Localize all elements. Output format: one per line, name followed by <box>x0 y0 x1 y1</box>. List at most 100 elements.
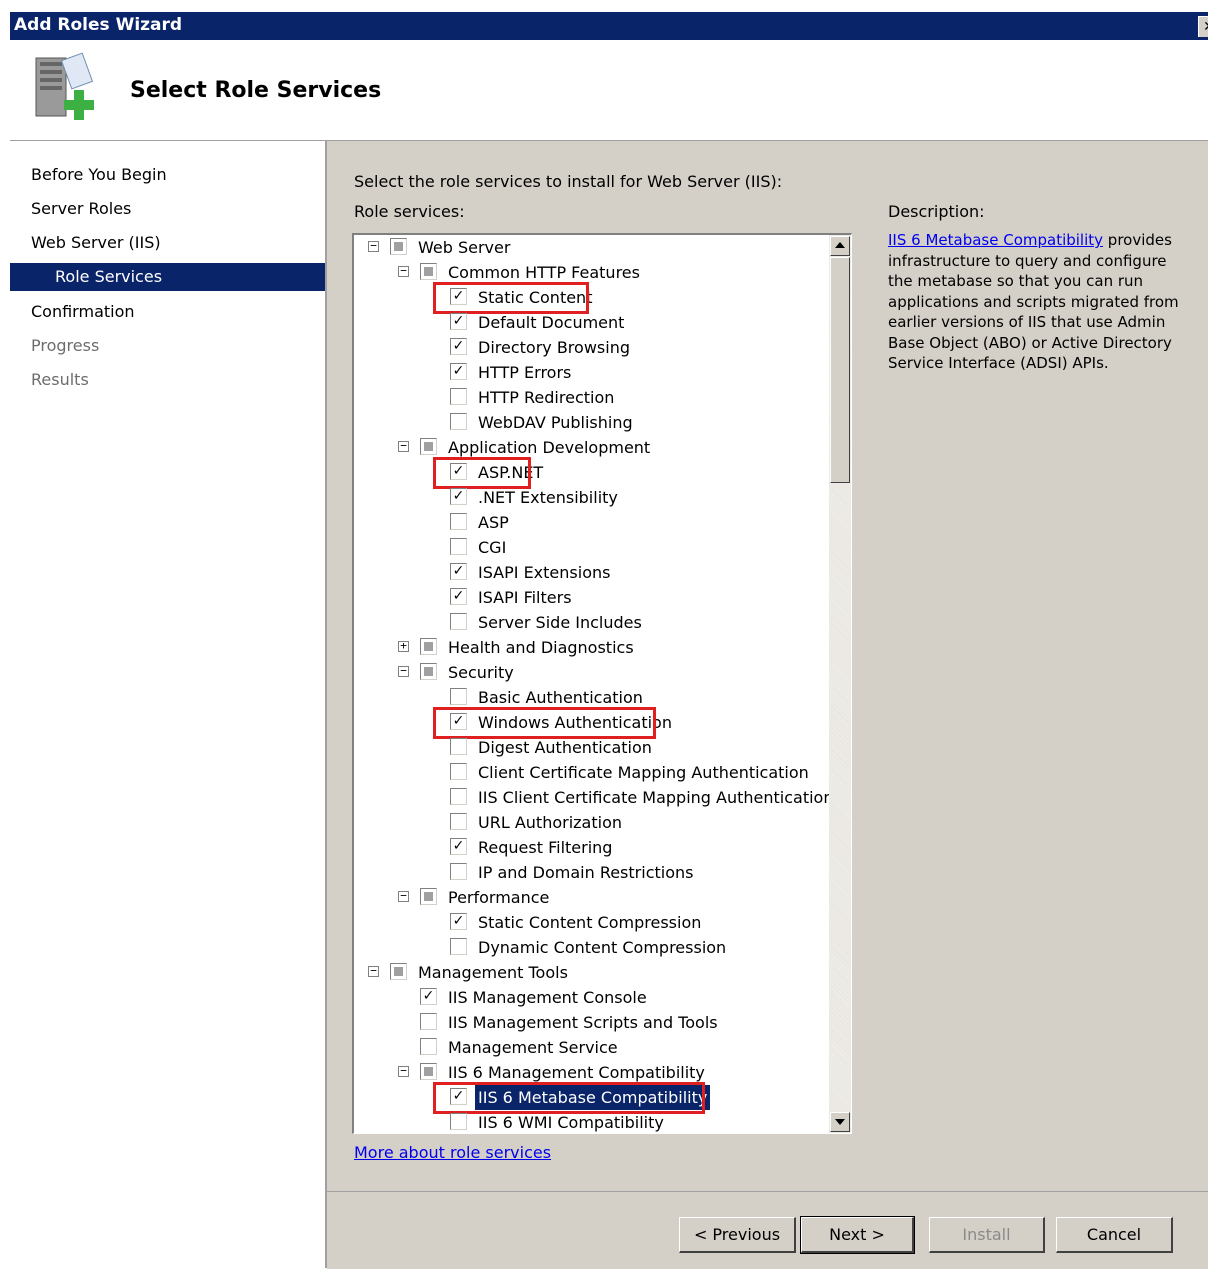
tree-item[interactable]: ✓ Directory Browsing <box>354 335 830 360</box>
tree-item-label: ISAPI Filters <box>478 588 572 607</box>
tree-item[interactable]: IIS Management Scripts and Tools <box>354 1010 830 1035</box>
tree-item[interactable]: IIS 6 WMI Compatibility <box>354 1110 830 1133</box>
nav-item-server-roles[interactable]: Server Roles <box>10 195 325 223</box>
install-button[interactable]: Install <box>929 1217 1045 1253</box>
collapse-icon[interactable]: − <box>398 440 409 452</box>
checkbox[interactable] <box>420 1038 437 1055</box>
checkbox[interactable] <box>450 688 467 705</box>
checkbox[interactable] <box>450 613 467 630</box>
checkbox[interactable]: ✓ <box>420 988 437 1005</box>
nav-item-results: Results <box>31 370 89 389</box>
tree-item[interactable]: IP and Domain Restrictions <box>354 860 830 885</box>
checkbox[interactable] <box>450 938 467 955</box>
collapse-icon[interactable]: − <box>368 965 379 977</box>
next-button[interactable]: Next > <box>800 1216 915 1254</box>
collapse-icon[interactable]: − <box>368 240 379 252</box>
description-link[interactable]: IIS 6 Metabase Compatibility <box>888 231 1103 249</box>
more-about-role-services-link[interactable]: More about role services <box>354 1143 551 1162</box>
description-text: IIS 6 Metabase Compatibility provides in… <box>888 230 1188 374</box>
tree-item[interactable]: Digest Authentication <box>354 735 830 760</box>
checkbox[interactable] <box>420 663 437 680</box>
nav-item-confirmation[interactable]: Confirmation <box>10 298 325 326</box>
tree-item[interactable]: ✓ Default Document <box>354 310 830 335</box>
checkbox[interactable] <box>450 813 467 830</box>
checkbox[interactable]: ✓ <box>450 588 467 605</box>
checkbox[interactable] <box>450 788 467 805</box>
arrow-down-icon <box>835 1119 845 1125</box>
previous-button[interactable]: < Previous <box>679 1217 796 1253</box>
role-services-label: Role services: <box>354 202 465 221</box>
tree-item[interactable]: Management Service <box>354 1035 830 1060</box>
checkbox[interactable] <box>450 388 467 405</box>
tree-item-label: Default Document <box>478 313 625 332</box>
tree-item-label: Directory Browsing <box>478 338 630 357</box>
tree-item[interactable]: ✓ IIS Management Console <box>354 985 830 1010</box>
tree-item[interactable]: Server Side Includes <box>354 610 830 635</box>
collapse-icon[interactable]: − <box>398 1065 409 1077</box>
tree-scrollbar[interactable] <box>829 235 851 1133</box>
nav-item-before-you-begin[interactable]: Before You Begin <box>10 161 325 189</box>
nav-item-web-server-iis[interactable]: Web Server (IIS) <box>10 229 325 257</box>
checkbox[interactable]: ✓ <box>450 338 467 355</box>
nav-item-role-services[interactable]: Role Services <box>10 263 325 291</box>
scroll-up-button[interactable] <box>830 236 850 256</box>
tree-item[interactable]: ✓ HTTP Errors <box>354 360 830 385</box>
checkbox[interactable] <box>450 413 467 430</box>
close-button[interactable]: ✕ <box>1198 16 1208 37</box>
checkbox[interactable]: ✓ <box>450 313 467 330</box>
checkbox[interactable] <box>420 438 437 455</box>
tree-item[interactable]: Dynamic Content Compression <box>354 935 830 960</box>
tree-item[interactable]: − Management Tools <box>354 960 830 985</box>
tree-item[interactable]: ✓ .NET Extensibility <box>354 485 830 510</box>
tree-item[interactable]: − Performance <box>354 885 830 910</box>
checkbox[interactable] <box>450 1113 467 1130</box>
tree-item[interactable]: − Security <box>354 660 830 685</box>
tree-item[interactable]: ✓ ISAPI Extensions <box>354 560 830 585</box>
collapse-icon[interactable]: − <box>398 665 409 677</box>
tree-item[interactable]: Client Certificate Mapping Authenticatio… <box>354 760 830 785</box>
scroll-down-button[interactable] <box>830 1112 850 1132</box>
checkbox[interactable] <box>420 263 437 280</box>
checkbox[interactable]: ✓ <box>450 913 467 930</box>
checkbox[interactable]: ✓ <box>450 488 467 505</box>
checkbox[interactable]: ✓ <box>450 363 467 380</box>
checkbox[interactable]: ✓ <box>450 838 467 855</box>
collapse-icon[interactable]: − <box>398 265 409 277</box>
checkbox[interactable] <box>420 1013 437 1030</box>
tree-item[interactable]: URL Authorization <box>354 810 830 835</box>
main-panel: Select the role services to install for … <box>327 141 1208 1191</box>
checkbox[interactable]: ✓ <box>450 563 467 580</box>
checkbox[interactable] <box>450 538 467 555</box>
tree-item-label: CGI <box>478 538 507 557</box>
tree-item[interactable]: + Health and Diagnostics <box>354 635 830 660</box>
tree-item[interactable]: ASP <box>354 510 830 535</box>
checkbox[interactable] <box>450 513 467 530</box>
tree-item[interactable]: ✓ Request Filtering <box>354 835 830 860</box>
tree-item[interactable]: ✓ Static Content <box>354 285 830 310</box>
role-services-tree[interactable]: − Web Server − Common HTTP Features ✓ Static … <box>352 233 852 1134</box>
checkbox[interactable] <box>450 763 467 780</box>
tree-item[interactable]: WebDAV Publishing <box>354 410 830 435</box>
checkbox[interactable] <box>420 888 437 905</box>
tree-item[interactable]: HTTP Redirection <box>354 385 830 410</box>
tree-item[interactable]: − Common HTTP Features <box>354 260 830 285</box>
tree-item[interactable]: ✓ Static Content Compression <box>354 910 830 935</box>
tree-item[interactable]: ✓ ISAPI Filters <box>354 585 830 610</box>
tree-item[interactable]: CGI <box>354 535 830 560</box>
checkbox[interactable] <box>450 738 467 755</box>
cancel-button[interactable]: Cancel <box>1056 1217 1173 1253</box>
tree-item[interactable]: − Application Development <box>354 435 830 460</box>
checkbox[interactable] <box>390 238 407 255</box>
tree-item[interactable]: ✓ ASP.NET <box>354 460 830 485</box>
tree-item[interactable]: − Web Server <box>354 235 830 260</box>
checkbox[interactable] <box>420 1063 437 1080</box>
expand-icon[interactable]: + <box>398 640 409 652</box>
scroll-thumb[interactable] <box>830 257 850 483</box>
checkbox[interactable] <box>450 863 467 880</box>
checkbox[interactable] <box>420 638 437 655</box>
collapse-icon[interactable]: − <box>398 890 409 902</box>
nav-item-progress: Progress <box>31 336 100 355</box>
tree-item[interactable]: IIS Client Certificate Mapping Authentic… <box>354 785 833 810</box>
tree-item-label: IIS Management Scripts and Tools <box>448 1013 718 1032</box>
checkbox[interactable] <box>390 963 407 980</box>
